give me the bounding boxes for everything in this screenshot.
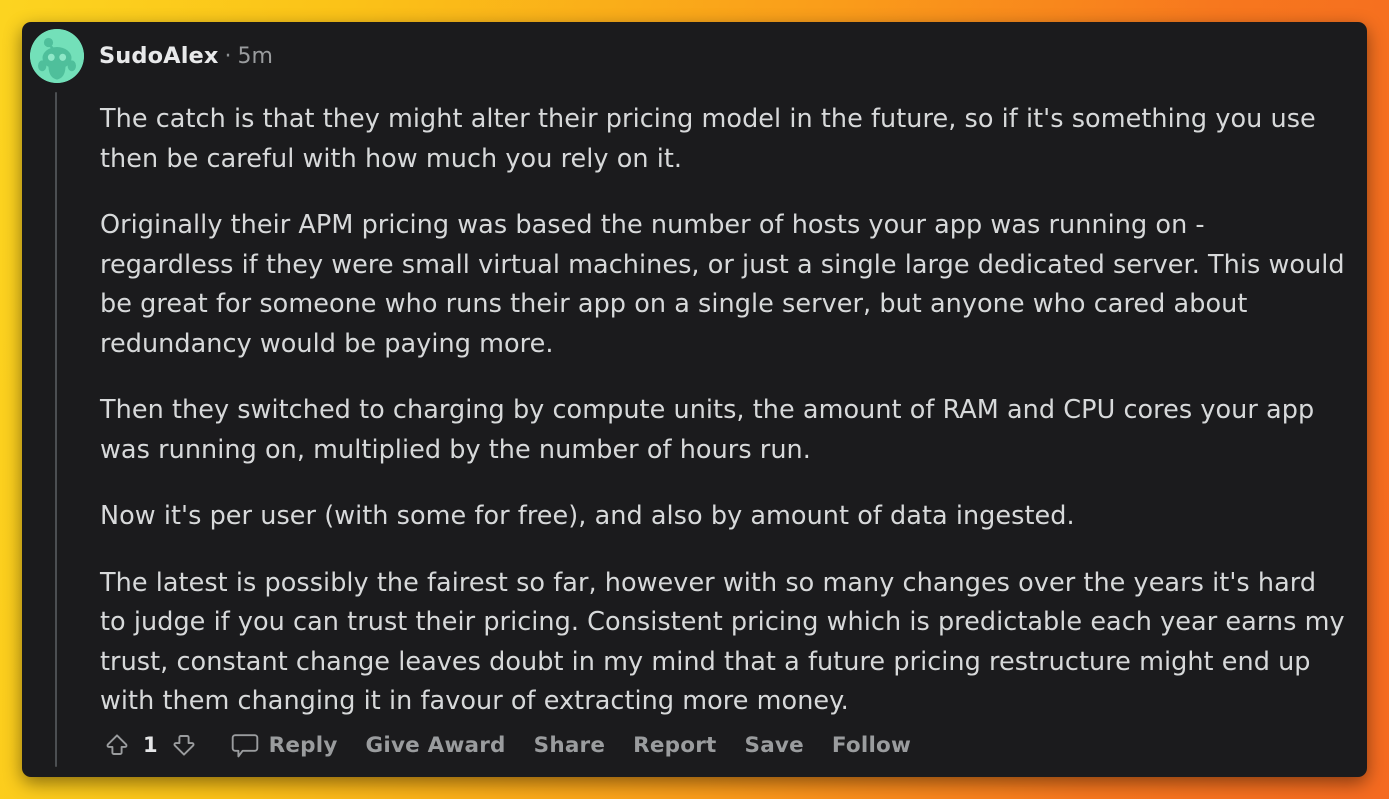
- thread-collapse-line[interactable]: [55, 92, 57, 767]
- save-button[interactable]: Save: [745, 733, 804, 758]
- vote-group: 1: [100, 728, 201, 762]
- comment-paragraph: Now it's per user (with some for free), …: [100, 501, 1075, 531]
- upvote-arrow-icon: [106, 734, 128, 755]
- upvote-button[interactable]: [100, 728, 134, 762]
- byline-separator: ·: [224, 44, 232, 69]
- comment-author[interactable]: SudoAlex: [99, 43, 219, 69]
- reply-button[interactable]: Reply: [269, 733, 338, 758]
- comment-paragraph: The catch is that they might alter their…: [100, 104, 1316, 174]
- comment-timestamp: 5m: [237, 44, 273, 69]
- comment-bubble-icon: [231, 733, 258, 757]
- comment-paragraph: The latest is possibly the fairest so fa…: [100, 567, 1345, 717]
- report-button[interactable]: Report: [633, 733, 716, 758]
- byline: SudoAlex · 5m: [99, 43, 273, 69]
- follow-button[interactable]: Follow: [832, 733, 911, 758]
- downvote-button[interactable]: [167, 728, 201, 762]
- comment-bubble-button[interactable]: [227, 728, 263, 762]
- comment-body: The catch is that they might alter their…: [100, 100, 1345, 722]
- reddit-snoo-avatar-icon: [30, 29, 84, 83]
- comment-paragraph: Then they switched to charging by comput…: [100, 395, 1315, 465]
- comment-paragraph: Originally their APM pricing was based t…: [100, 210, 1345, 359]
- downvote-arrow-icon: [173, 735, 195, 756]
- vote-count: 1: [143, 733, 158, 757]
- avatar[interactable]: [30, 29, 84, 83]
- share-button[interactable]: Share: [534, 733, 605, 758]
- comment-header: SudoAlex · 5m: [22, 22, 273, 90]
- give-award-button[interactable]: Give Award: [366, 733, 506, 758]
- comment-action-bar: 1 Reply Give Award Share Report Save Fol…: [100, 722, 911, 768]
- comment-card: SudoAlex · 5m The catch is that they mig…: [22, 22, 1367, 777]
